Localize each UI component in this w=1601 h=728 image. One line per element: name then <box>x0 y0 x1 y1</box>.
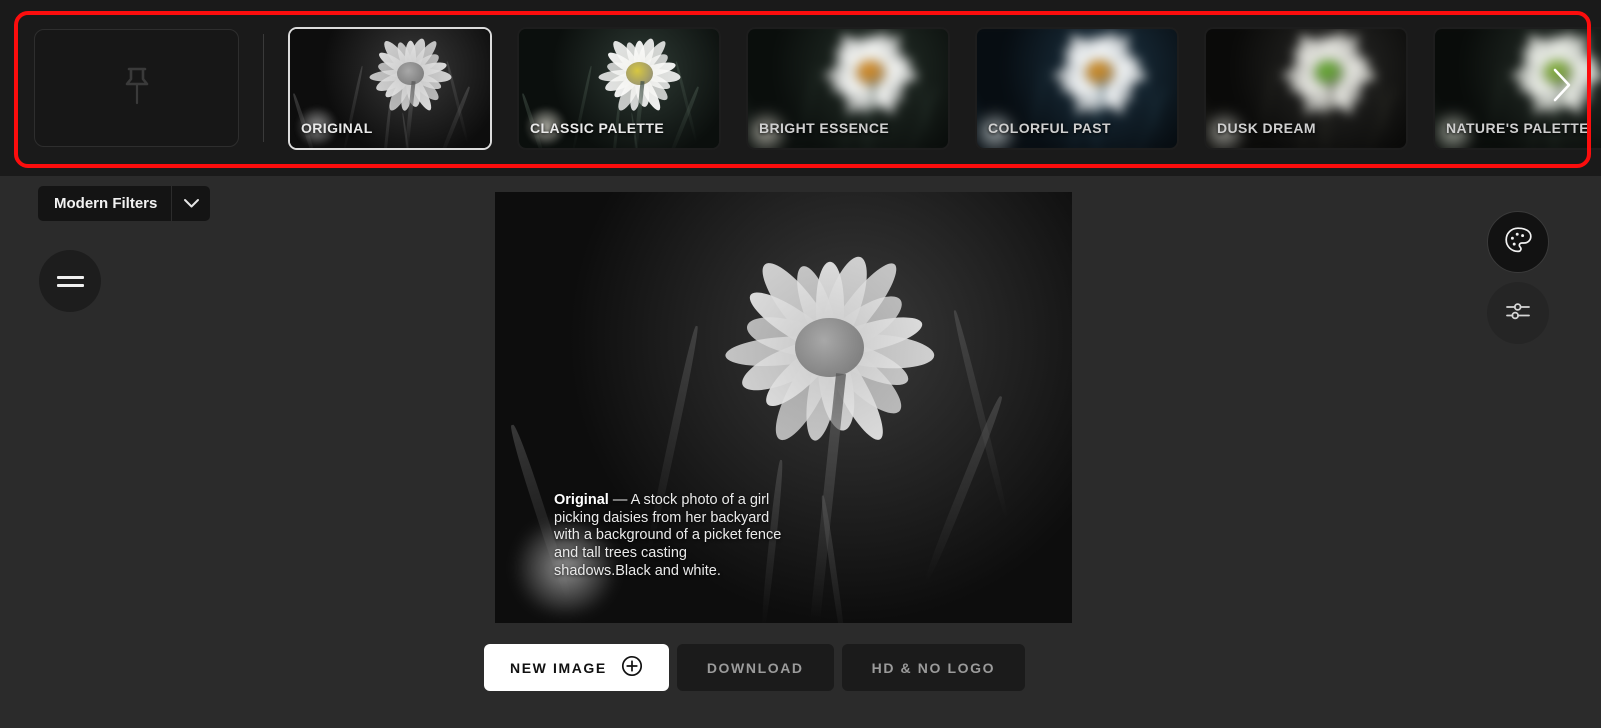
filter-thumbnail-list: ORIGINAL CLASSIC PALETTE BRIGHT ESSENCE COL… <box>288 23 1601 153</box>
download-label: DOWNLOAD <box>706 659 804 676</box>
flower-core <box>625 62 653 86</box>
image-caption: Original — A stock photo of a girl picki… <box>554 492 782 581</box>
filter-thumbnail[interactable]: CLASSIC PALETTE <box>517 26 721 150</box>
filter-thumbnail-label: NATURE'S PALETTE <box>1446 119 1589 136</box>
filter-thumbnail-label: BRIGHT ESSENCE <box>759 119 890 136</box>
filter-thumbnail-label: CLASSIC PALETTE <box>530 119 665 136</box>
filter-thumbnail[interactable]: COLORFUL PAST <box>975 26 1179 150</box>
pinned-filter-placeholder[interactable] <box>34 29 239 147</box>
filters-category-label: Modern Filters <box>54 195 158 212</box>
palette-icon <box>1503 225 1533 260</box>
hd-no-logo-label: HD & NO LOGO <box>871 659 996 676</box>
flower-core <box>795 317 865 377</box>
filter-strip-scroller[interactable]: ORIGINAL CLASSIC PALETTE BRIGHT ESSENCE COL… <box>0 0 1601 176</box>
filter-thumbnail-label: DUSK DREAM <box>1217 119 1316 136</box>
chevron-right-icon[interactable] <box>1545 62 1579 108</box>
caption-dash: — <box>608 492 631 508</box>
chevron-down-icon[interactable] <box>172 186 210 221</box>
image-preview[interactable]: Original — A stock photo of a girl picki… <box>495 192 1072 623</box>
new-image-label: NEW IMAGE <box>510 659 607 676</box>
filter-thumbnail-label: ORIGINAL <box>301 119 373 136</box>
new-image-button[interactable]: NEW IMAGE <box>484 644 669 691</box>
filter-thumbnail-label: COLORFUL PAST <box>988 119 1111 136</box>
pushpin-icon <box>120 66 154 110</box>
flower-core <box>855 59 886 86</box>
strip-divider <box>263 34 264 142</box>
plus-circle-icon <box>621 655 643 680</box>
adjustments-tool-button[interactable] <box>1487 282 1549 344</box>
hd-no-logo-button[interactable]: HD & NO LOGO <box>841 644 1026 691</box>
filter-thumbnail[interactable]: DUSK DREAM <box>1204 26 1408 150</box>
caption-title: Original <box>554 492 609 508</box>
hamburger-menu-icon <box>56 276 84 279</box>
palette-tool-button[interactable] <box>1487 211 1549 273</box>
flower-core <box>1084 59 1115 86</box>
filters-category-dropdown[interactable]: Modern Filters <box>38 186 211 221</box>
hamburger-menu-icon-line2 <box>56 284 84 287</box>
sliders-icon <box>1503 296 1533 331</box>
filter-thumbnail[interactable]: ORIGINAL <box>288 26 492 150</box>
filter-strip: ORIGINAL CLASSIC PALETTE BRIGHT ESSENCE COL… <box>0 0 1601 176</box>
app-root: ORIGINAL CLASSIC PALETTE BRIGHT ESSENCE COL… <box>0 0 1601 728</box>
flower-core <box>1313 59 1344 86</box>
menu-button[interactable] <box>39 250 101 312</box>
action-buttons: NEW IMAGE DOWNLOAD HD & NO LOGO <box>484 644 1026 691</box>
filter-thumbnail[interactable]: BRIGHT ESSENCE <box>746 26 950 150</box>
download-button[interactable]: DOWNLOAD <box>676 644 834 691</box>
flower-core <box>396 62 424 86</box>
